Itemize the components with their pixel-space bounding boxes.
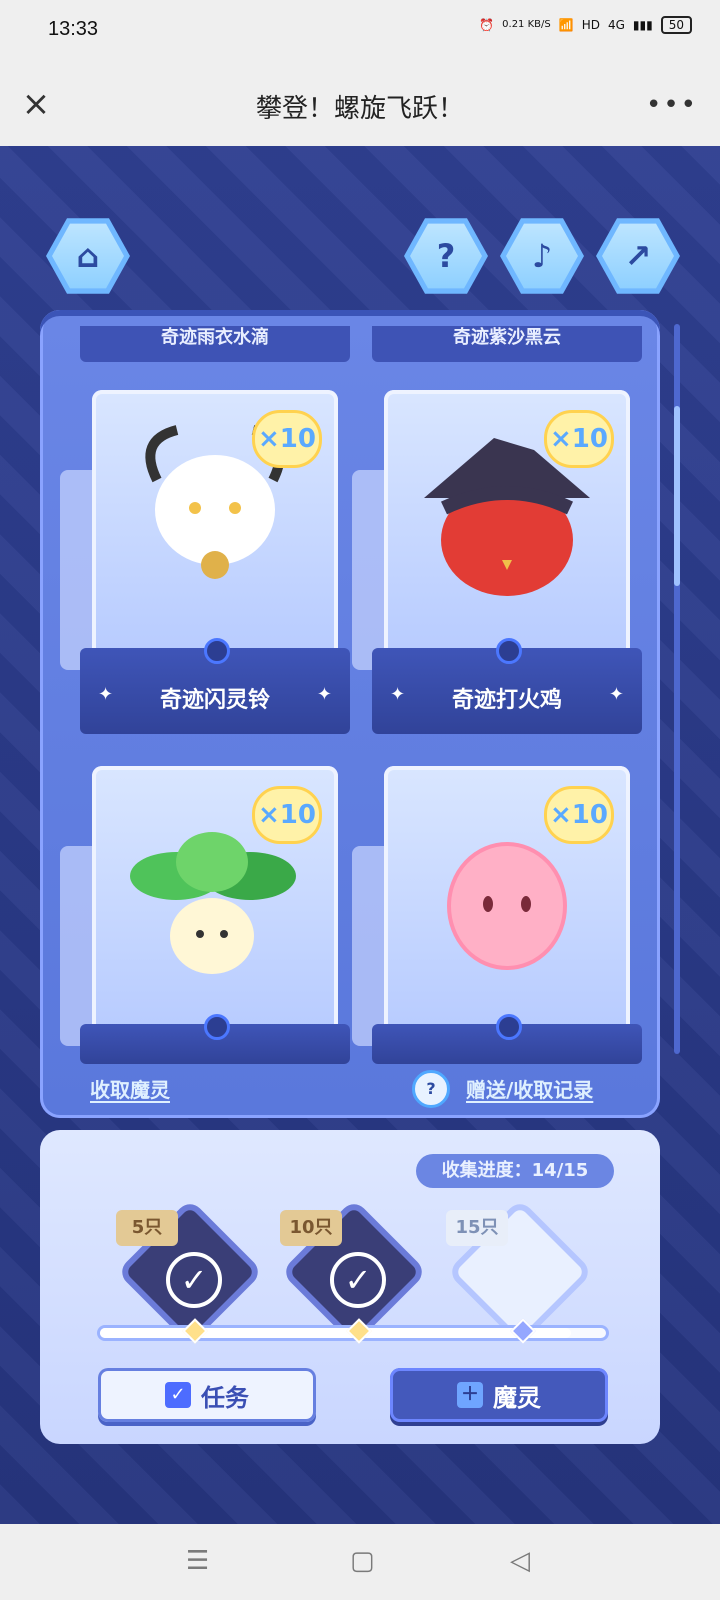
check-icon: ✓: [330, 1252, 386, 1308]
label-dot: [496, 638, 522, 664]
net-speed: 0.21 KB/S: [502, 19, 551, 30]
menu-icon[interactable]: ☰: [186, 1546, 209, 1576]
spirit-card[interactable]: ×10: [60, 766, 350, 1116]
label-dot: [204, 638, 230, 664]
help-button[interactable]: ?: [404, 218, 488, 294]
spirit-name: 奇迹打火鸡: [451, 688, 562, 713]
signal-icon: ▮▮▮: [632, 18, 653, 32]
title-bar: × 攀登！螺旋飞跃！ •••: [0, 64, 720, 147]
spirit-label: 魔灵: [493, 1383, 541, 1412]
collection-progress-panel: 收集进度：14/15 ✓ 5只 ✓ 10只 15只 ✓ 任务 ＋ 魔灵: [40, 1130, 660, 1444]
milestone-tag: 15只: [446, 1210, 508, 1246]
collect-spirit-link[interactable]: 收取魔灵: [90, 1074, 170, 1103]
spirit-card[interactable]: ×10 ✦ 奇迹闪灵铃 ✦: [60, 390, 350, 740]
alarm-icon: ⏰: [479, 18, 495, 32]
count-badge: ×10: [544, 786, 614, 844]
sparkle-icon: ✦: [608, 684, 624, 705]
spirit-card[interactable]: ×10: [352, 766, 642, 1116]
card-face: ×10: [92, 390, 338, 660]
task-doc-icon: ✓: [165, 1382, 191, 1408]
share-icon: ↗: [602, 223, 674, 289]
progress-label: 收集进度：: [441, 1160, 532, 1181]
music-icon: ♪: [506, 223, 578, 289]
spirit-card[interactable]: ×10 ✦ 奇迹打火鸡 ✦: [352, 390, 642, 740]
card-face: ×10: [92, 766, 338, 1036]
milestone-tag: 10只: [280, 1210, 342, 1246]
hd-label: HD: [581, 18, 600, 32]
progress-bar: [100, 1318, 606, 1344]
home-button[interactable]: ⌂: [46, 218, 130, 294]
milestone-reward[interactable]: ✓ 5只: [116, 1206, 256, 1338]
card-label: ✦ 奇迹闪灵铃 ✦: [80, 638, 350, 734]
music-button[interactable]: ♪: [500, 218, 584, 294]
status-icons: ⏰ 0.21 KB/S 📶 HD 4G ▮▮▮ 50: [479, 16, 692, 34]
page-title: 攀登！螺旋飞跃！: [255, 94, 464, 124]
progress-fill: [100, 1328, 571, 1338]
check-icon: ✓: [166, 1252, 222, 1308]
network-label: 4G: [607, 18, 625, 32]
back-icon[interactable]: ◁: [510, 1546, 530, 1576]
spirit-button[interactable]: ＋ 魔灵: [390, 1368, 608, 1422]
progress-value: 14/15: [531, 1160, 589, 1181]
scrollbar-thumb[interactable]: [674, 406, 680, 586]
progress-pill: 收集进度：14/15: [416, 1154, 614, 1188]
card-strip-right: 奇迹紫沙黑云: [372, 326, 642, 362]
share-button[interactable]: ↗: [596, 218, 680, 294]
card-face: ×10: [384, 390, 630, 660]
system-nav-bar: ☰ ▢ ◁: [0, 1524, 720, 1600]
task-label: 任务: [201, 1383, 249, 1412]
milestone-tag: 5只: [116, 1210, 178, 1246]
milestone-reward[interactable]: ✓ 10只: [280, 1206, 420, 1338]
card-label: [372, 1014, 642, 1064]
sparkle-icon: ✦: [316, 684, 332, 705]
count-badge: ×10: [544, 410, 614, 468]
label-dot: [204, 1014, 230, 1040]
records-link[interactable]: 赠送/收取记录: [466, 1074, 593, 1103]
help-icon: ?: [410, 223, 482, 289]
home-square-icon[interactable]: ▢: [350, 1546, 375, 1576]
battery: 50: [660, 16, 692, 34]
card-face: ×10: [384, 766, 630, 1036]
folder-plus-icon: ＋: [457, 1382, 483, 1408]
card-strip-left: 奇迹雨衣水滴: [80, 326, 350, 362]
card-label: [80, 1014, 350, 1064]
task-button[interactable]: ✓ 任务: [98, 1368, 316, 1422]
more-icon[interactable]: •••: [646, 90, 698, 120]
card-label: ✦ 奇迹打火鸡 ✦: [372, 638, 642, 734]
status-time: 13:33: [48, 18, 99, 40]
status-bar: 13:33 ⏰ 0.21 KB/S 📶 HD 4G ▮▮▮ 50: [0, 0, 720, 64]
home-icon: ⌂: [52, 223, 124, 289]
help-circle-icon[interactable]: ?: [412, 1070, 450, 1108]
count-badge: ×10: [252, 786, 322, 844]
game-stage: ⌂ ? ♪ ↗ 奇迹雨衣水滴 奇迹紫沙黑云 ×10 ✦ 奇迹闪灵铃 ✦ ×10 …: [0, 146, 720, 1524]
spirit-name: 奇迹闪灵铃: [159, 688, 270, 713]
count-badge: ×10: [252, 410, 322, 468]
wifi-icon: 📶: [558, 18, 574, 32]
label-dot: [496, 1014, 522, 1040]
